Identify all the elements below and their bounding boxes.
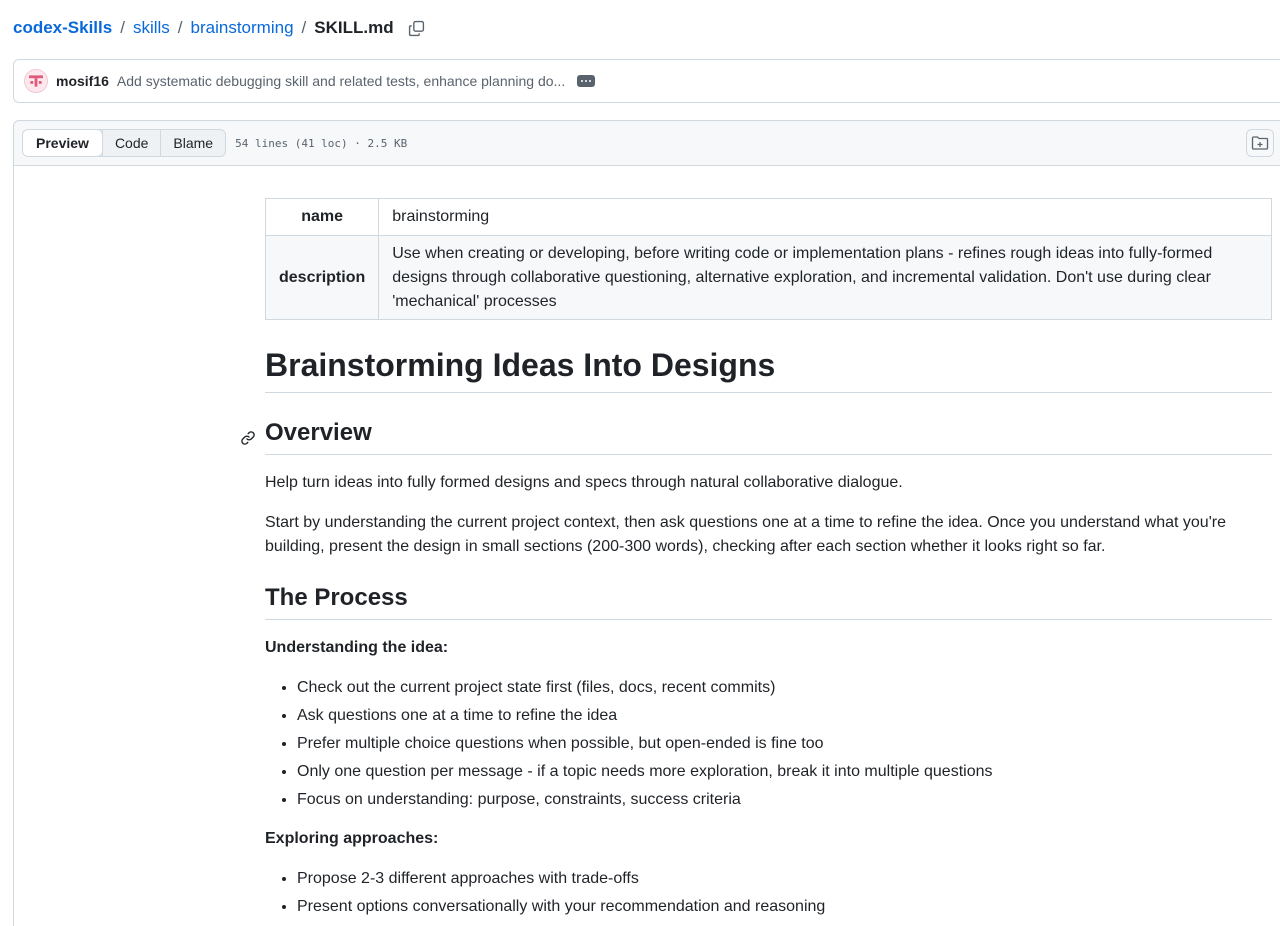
- understanding-list: Check out the current project state firs…: [265, 676, 1272, 816]
- heading-divider: [265, 392, 1272, 393]
- heading-the-process: The Process: [265, 584, 408, 611]
- content-frame-border: [13, 166, 14, 926]
- heading-divider: [265, 619, 1272, 620]
- list-item: Only one question per message - if a top…: [297, 760, 1272, 784]
- frontmatter-key: description: [264, 235, 380, 320]
- exploring-list: Propose 2-3 different approaches with tr…: [265, 867, 1272, 923]
- latest-commit-bar: mosif16 Add systematic debugging skill a…: [13, 59, 1280, 103]
- heading-anchor-link[interactable]: [240, 425, 256, 445]
- commit-message-link[interactable]: Add systematic debugging skill and relat…: [117, 73, 565, 89]
- link-icon: [241, 431, 255, 445]
- section-label: Understanding the idea:: [265, 639, 449, 656]
- tab-blame[interactable]: Blame: [160, 130, 225, 156]
- table-row: description Use when creating or develop…: [264, 235, 1272, 320]
- tab-preview[interactable]: Preview: [23, 130, 103, 156]
- commit-author-link[interactable]: mosif16: [56, 73, 109, 89]
- breadcrumb-skills-link[interactable]: skills: [133, 18, 170, 38]
- breadcrumb-separator: /: [120, 18, 125, 37]
- page-title: Brainstorming Ideas Into Designs: [265, 347, 776, 383]
- tab-code[interactable]: Code: [101, 130, 160, 156]
- heading-divider: [265, 454, 1272, 455]
- paragraph: Start by understanding the current proje…: [265, 514, 1226, 555]
- breadcrumb-repo-link[interactable]: codex-Skills: [13, 18, 112, 38]
- copy-path-button[interactable]: [407, 18, 427, 38]
- list-item: Focus on understanding: purpose, constra…: [297, 788, 1272, 812]
- copy-icon: [409, 20, 425, 36]
- frontmatter-value: brainstorming: [378, 198, 1272, 236]
- list-item: Ask questions one at a time to refine th…: [297, 704, 1272, 728]
- list-item: Propose 2-3 different approaches with tr…: [297, 867, 1272, 891]
- frontmatter-value: Use when creating or developing, before …: [378, 235, 1272, 320]
- list-item: Prefer multiple choice questions when po…: [297, 732, 1272, 756]
- expand-commit-message-button[interactable]: [577, 75, 596, 87]
- section-label: Exploring approaches:: [265, 830, 439, 847]
- outline-button[interactable]: [1246, 129, 1274, 157]
- list-item: Check out the current project state firs…: [297, 676, 1272, 700]
- breadcrumb-brainstorming-link[interactable]: brainstorming: [191, 18, 294, 38]
- avatar-identicon: [29, 75, 43, 87]
- view-mode-switcher: Preview Code Blame: [22, 129, 227, 157]
- ellipsis-icon: [585, 80, 588, 82]
- breadcrumb: codex-Skills / skills / brainstorming / …: [13, 16, 427, 40]
- ellipsis-icon: [581, 80, 584, 82]
- paragraph: Help turn ideas into fully formed design…: [265, 474, 903, 491]
- markdown-body: name brainstorming description Use when …: [241, 198, 1272, 915]
- file-stats: 54 lines (41 loc) · 2.5 KB: [235, 136, 408, 150]
- file-header: Preview Code Blame 54 lines (41 loc) · 2…: [13, 120, 1280, 166]
- file-directory-icon: [1251, 136, 1269, 150]
- heading-overview: Overview: [241, 419, 1272, 447]
- author-avatar[interactable]: [24, 69, 48, 93]
- heading-text: Overview: [265, 419, 372, 446]
- frontmatter-table: name brainstorming description Use when …: [264, 198, 1272, 320]
- frontmatter-key: name: [264, 198, 380, 236]
- table-row: name brainstorming: [264, 198, 1272, 236]
- breadcrumb-current-file: SKILL.md: [314, 18, 394, 37]
- ellipsis-icon: [589, 80, 592, 82]
- breadcrumb-separator: /: [301, 18, 307, 37]
- list-item: Present options conversationally with yo…: [297, 895, 1272, 919]
- breadcrumb-separator: /: [177, 18, 183, 37]
